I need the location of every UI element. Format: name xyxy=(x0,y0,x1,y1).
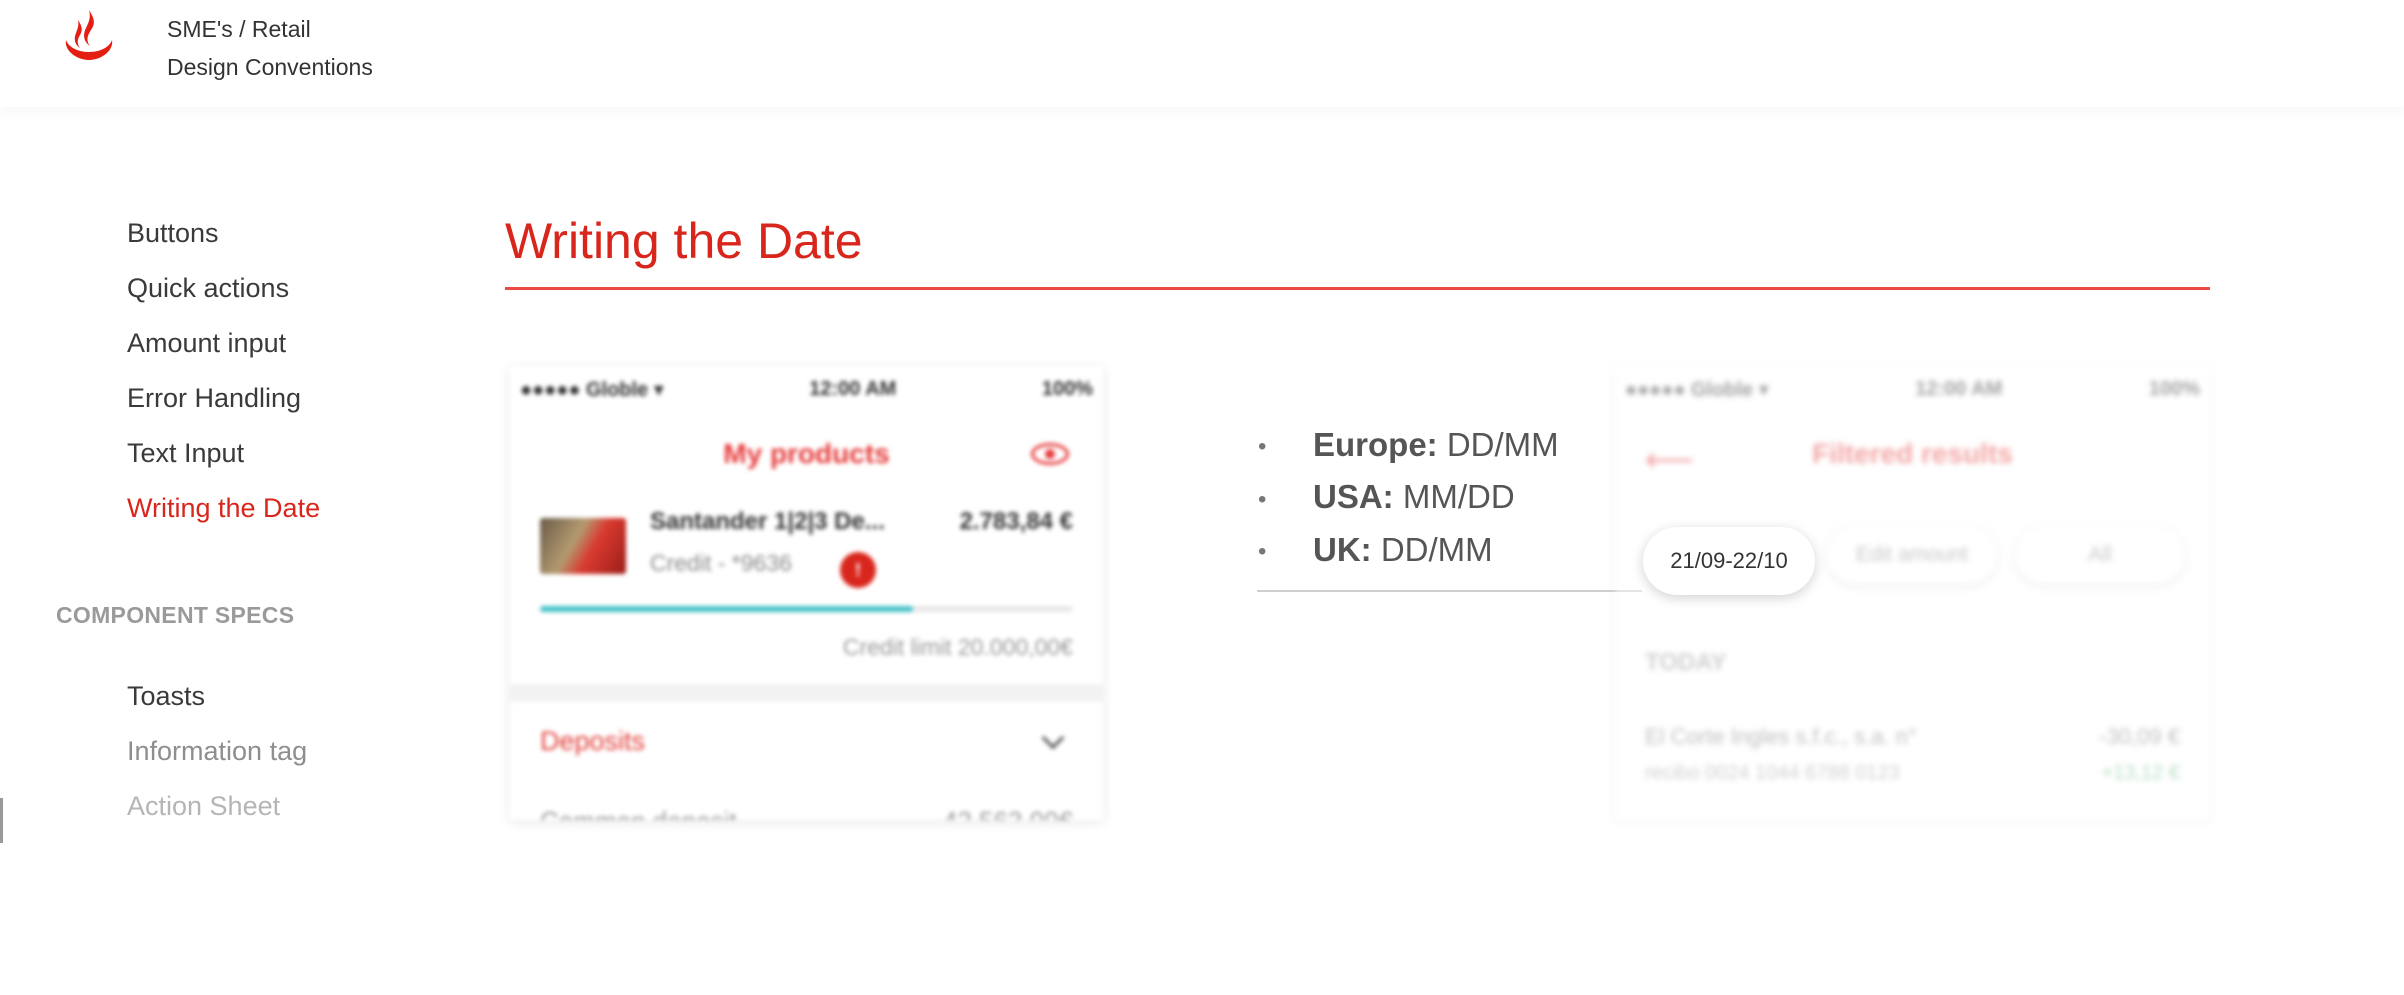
time-text: 12:00 AM xyxy=(809,377,897,400)
transaction-description: El Corte Ingles s.f.c., s.a. n° xyxy=(1645,724,1917,749)
santander-flame-icon[interactable] xyxy=(58,8,120,68)
sidebar-section-title: COMPONENT SPECS xyxy=(56,602,295,628)
common-deposit-label: Common deposit xyxy=(540,806,737,820)
sidebar-item-amount-input[interactable]: Amount input xyxy=(127,316,320,371)
eye-icon xyxy=(1031,443,1069,465)
product-subtitle: Credit - *9636 xyxy=(650,550,792,576)
date-range-chip: 21/09-22/10 xyxy=(1643,527,1815,595)
transaction-reference: recibo 0024 1044 6788 0123 xyxy=(1645,762,1900,784)
battery-text: 100% xyxy=(2148,377,2200,400)
scrollbar[interactable] xyxy=(0,798,3,843)
sidebar-item-quick-actions[interactable]: Quick actions xyxy=(127,261,320,316)
brand-title: SME's / Retail Design Conventions xyxy=(167,10,373,86)
format-value: MM/DD xyxy=(1402,478,1515,516)
phone-status-bar: ●●●●● Globle ▾ 12:00 AM 100% xyxy=(1625,372,2200,406)
region-label: USA: xyxy=(1313,478,1394,516)
time-text: 12:00 AM xyxy=(1915,377,2003,400)
phone-status-bar: ●●●●● Globle ▾ 12:00 AM 100% xyxy=(520,372,1093,406)
common-deposit-amount: 42.563,00€ xyxy=(943,806,1073,820)
region-label: Europe: xyxy=(1313,426,1438,463)
connector-line xyxy=(1257,590,1642,592)
sidebar-item-action-sheet[interactable]: Action Sheet xyxy=(127,779,307,834)
format-value: DD/MM xyxy=(1380,530,1493,568)
list-item: USA: MM/DD xyxy=(1258,472,1559,524)
sidebar-item-information-tag[interactable]: Information tag xyxy=(127,724,307,779)
list-item: Europe: DD/MM xyxy=(1258,420,1559,472)
title-divider xyxy=(505,287,2210,290)
date-format-list: Europe: DD/MM USA: MM/DD UK: DD/MM xyxy=(1258,420,1559,577)
region-label: UK: xyxy=(1313,530,1372,568)
sidebar-item-buttons[interactable]: Buttons xyxy=(127,206,320,261)
phone-screen-title: My products xyxy=(723,438,890,469)
filter-chip-amount: Edit amount xyxy=(1827,526,1997,584)
chevron-down-icon xyxy=(1041,726,1065,750)
sidebar-nav-component-specs: Toasts Information tag Action Sheet xyxy=(127,669,307,834)
carrier-text: ●●●●● Globle ▾ xyxy=(1625,378,1769,401)
sidebar-item-error-handling[interactable]: Error Handling xyxy=(127,371,320,426)
sidebar-item-writing-the-date[interactable]: Writing the Date xyxy=(127,481,320,536)
transaction-amount: -30,09 € xyxy=(2099,724,2180,749)
transaction-balance: +13,12 € xyxy=(2101,762,2180,784)
alert-badge: ! xyxy=(840,552,876,588)
list-item: UK: DD/MM xyxy=(1258,525,1559,577)
sidebar-item-text-input[interactable]: Text Input xyxy=(127,426,320,481)
product-name: Santander 1|2|3 De... xyxy=(650,508,885,535)
section-divider xyxy=(510,684,1103,702)
section-today: TODAY xyxy=(1645,649,1727,676)
credit-progress-fill xyxy=(540,606,914,612)
top-header: SME's / Retail Design Conventions xyxy=(0,0,2404,107)
format-value: DD/MM xyxy=(1446,426,1559,463)
product-amount: 2.783,84 € xyxy=(959,508,1073,535)
credit-limit-text: Credit limit 20.000,00€ xyxy=(842,634,1073,660)
battery-text: 100% xyxy=(1041,377,1093,400)
carrier-text: ●●●●● Globle ▾ xyxy=(520,378,664,401)
brand-line-1: SME's / Retail xyxy=(167,16,311,42)
credit-card-image xyxy=(540,518,626,574)
credit-progress-bar xyxy=(540,606,1073,612)
sidebar-item-toasts[interactable]: Toasts xyxy=(127,669,307,724)
filter-chip-all: All xyxy=(2015,526,2185,584)
deposits-heading: Deposits xyxy=(540,726,646,756)
page-title: Writing the Date xyxy=(505,213,863,269)
phone-screen-title: Filtered results xyxy=(1812,438,2013,469)
brand-line-2: Design Conventions xyxy=(167,54,373,80)
sidebar-nav: Buttons Quick actions Amount input Error… xyxy=(127,206,320,536)
phone-mockup-products: ●●●●● Globle ▾ 12:00 AM 100% My products… xyxy=(510,366,1103,820)
